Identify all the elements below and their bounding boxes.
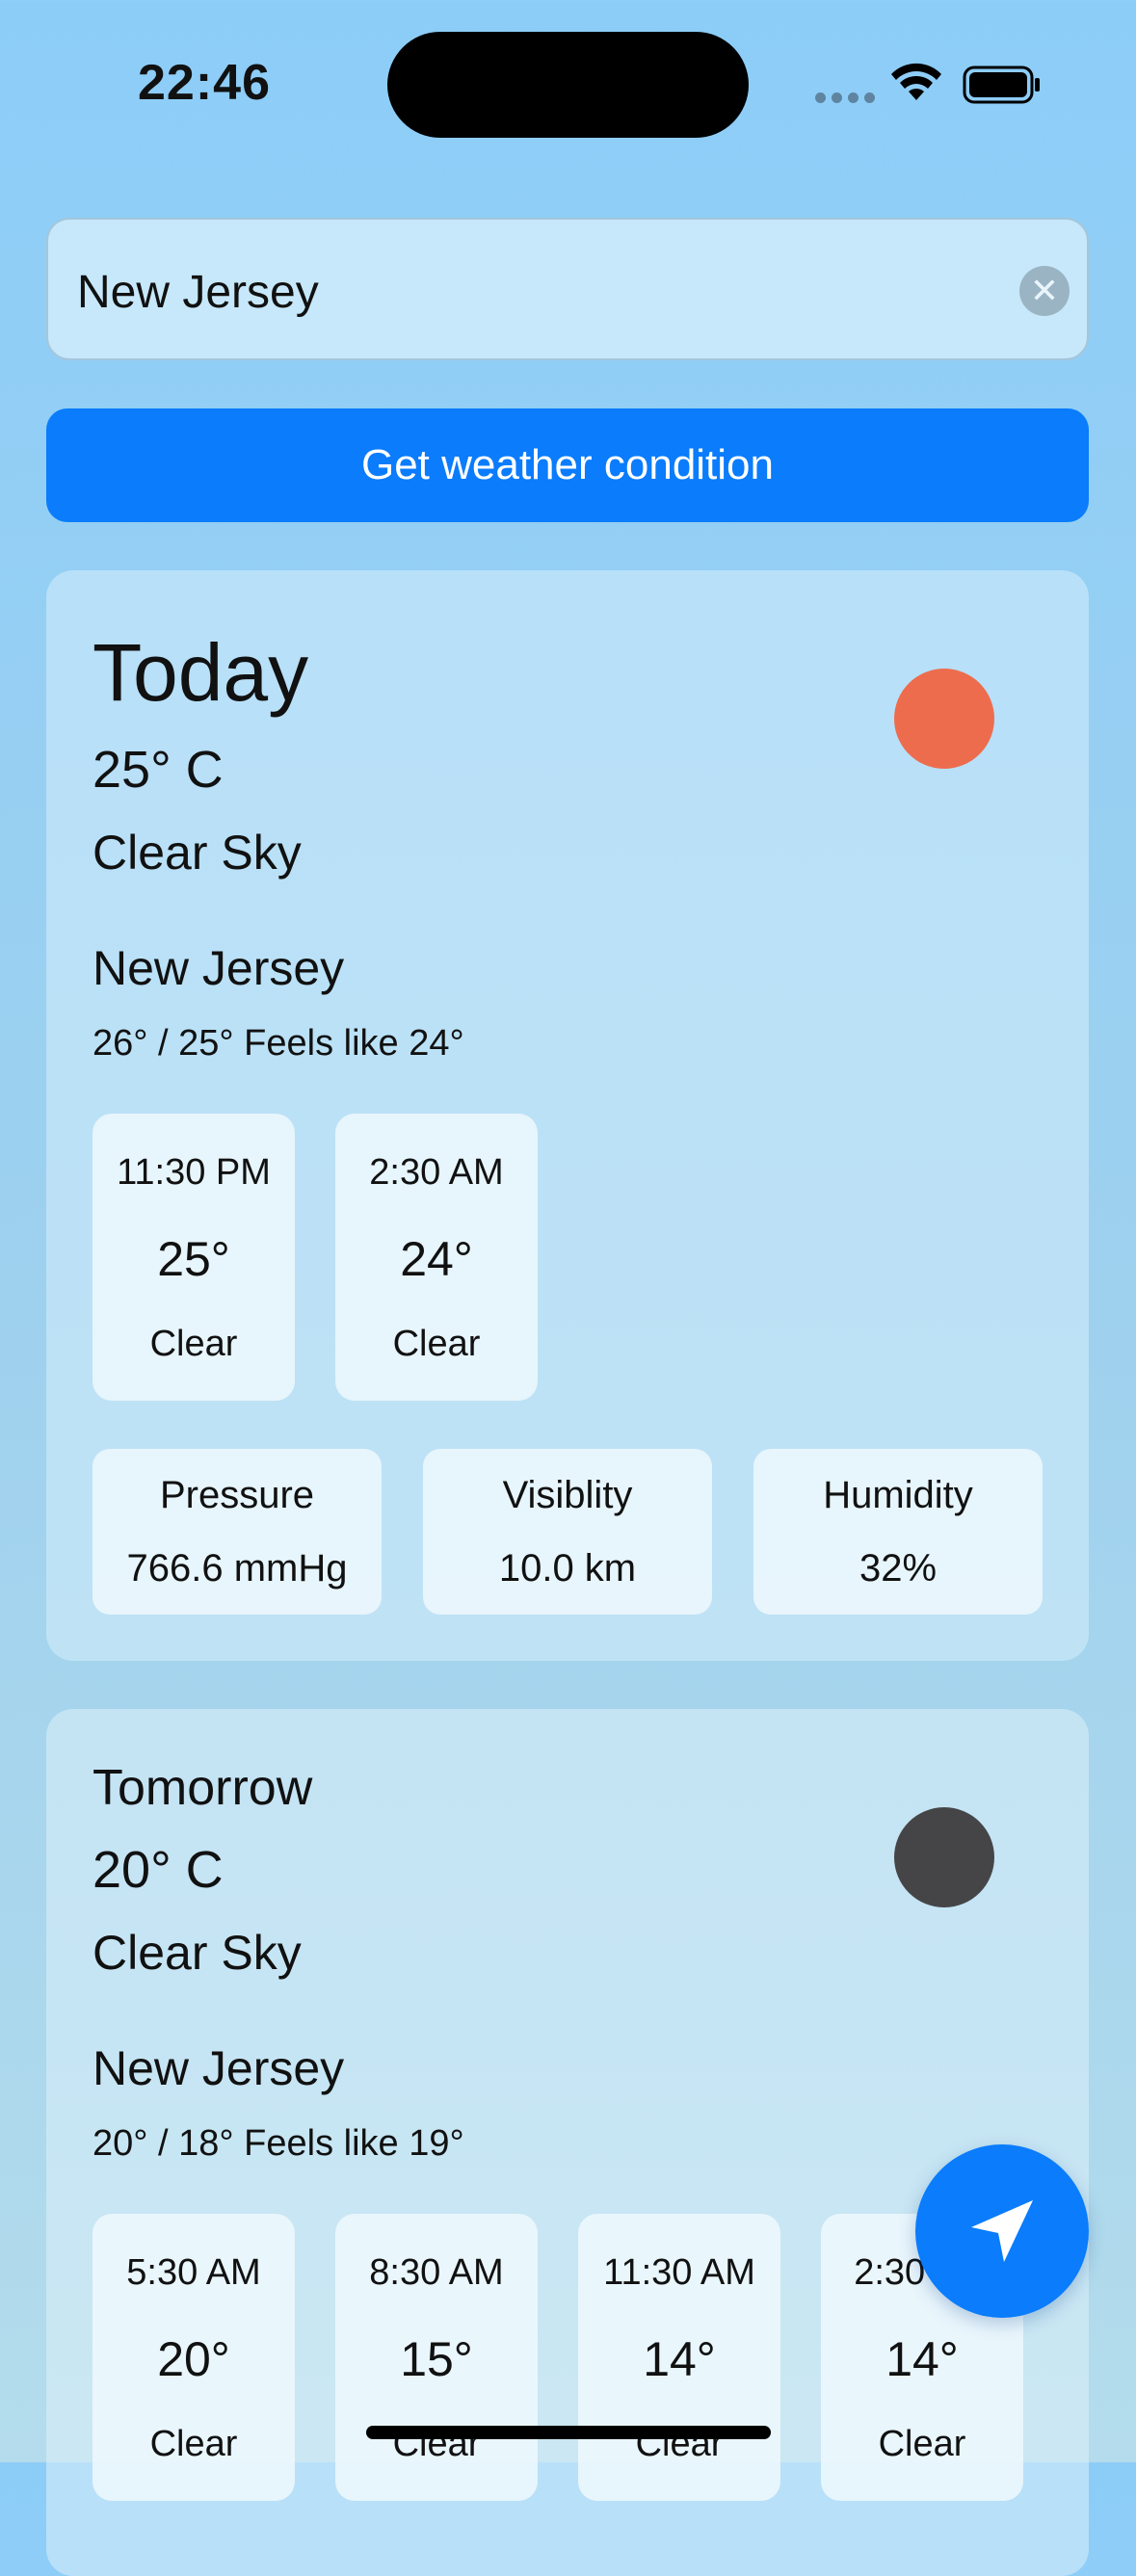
get-weather-button[interactable]: Get weather condition [46, 408, 1089, 522]
hourly-forecast-item: 11:30 PM 25° Clear [92, 1114, 295, 1401]
hour-temperature: 25° [157, 1232, 230, 1286]
home-indicator [366, 2426, 771, 2439]
search-input[interactable]: New Jersey [77, 266, 319, 319]
today-weather-card: Today 25° C Clear Sky New Jersey 26° / 2… [46, 570, 1089, 1661]
clear-search-button[interactable]: ✕ [1019, 266, 1070, 316]
hour-time: 2:30 AM [369, 1152, 504, 1193]
hour-condition: Clear [392, 1324, 481, 1364]
hour-temperature: 14° [643, 2332, 716, 2386]
current-temperature: 25° C [92, 741, 224, 799]
stat-value: 766.6 mmHg [126, 1547, 348, 1590]
forecast-temperature: 20° C [92, 1841, 224, 1899]
weather-condition: Clear Sky [92, 1926, 302, 1980]
wifi-icon [891, 63, 941, 100]
hour-condition: Clear [149, 2424, 238, 2464]
search-field[interactable]: New Jersey ✕ [46, 218, 1089, 360]
hour-time: 11:30 PM [117, 1152, 271, 1193]
city-name: New Jersey [92, 2041, 345, 2095]
location-arrow-icon [971, 2200, 1033, 2262]
stat-value: 10.0 km [498, 1547, 637, 1590]
weather-condition: Clear Sky [92, 826, 302, 880]
hour-condition: Clear [149, 1324, 238, 1364]
stat-value: 32% [859, 1547, 938, 1590]
hour-time: 5:30 AM [126, 2252, 261, 2293]
hour-temperature: 15° [400, 2332, 473, 2386]
hourly-forecast-item: 5:30 AM 20° Clear [92, 2214, 295, 2501]
hour-temperature: 24° [400, 1232, 473, 1286]
hourly-forecast-item: 11:30 AM 14° Clear [578, 2214, 780, 2501]
cellular-signal-icon [815, 92, 875, 103]
city-name: New Jersey [92, 941, 345, 995]
visibility-stat: Visiblity 10.0 km [423, 1449, 712, 1615]
day-title: Tomorrow [92, 1760, 313, 1816]
stat-label: Humidity [823, 1474, 973, 1516]
hour-time: 8:30 AM [369, 2252, 504, 2293]
status-time: 22:46 [138, 55, 271, 111]
tomorrow-weather-card: Tomorrow 20° C Clear Sky New Jersey 20° … [46, 1709, 1089, 2576]
hourly-forecast-item: 8:30 AM 15° Clear [335, 2214, 538, 2501]
current-location-button[interactable] [915, 2144, 1089, 2318]
temperature-range: 26° / 25° Feels like 24° [92, 1023, 464, 1064]
pressure-stat: Pressure 766.6 mmHg [92, 1449, 382, 1615]
battery-icon [963, 66, 1040, 104]
hour-temperature: 14° [885, 2332, 959, 2386]
hour-condition: Clear [878, 2424, 966, 2464]
hour-time: 11:30 AM [603, 2252, 755, 2293]
day-title: Today [92, 627, 309, 718]
hour-temperature: 20° [157, 2332, 230, 2386]
stat-label: Pressure [159, 1474, 315, 1516]
humidity-stat: Humidity 32% [753, 1449, 1043, 1615]
dynamic-island [387, 32, 749, 138]
stat-label: Visiblity [502, 1474, 633, 1516]
moon-icon [894, 1807, 994, 1907]
sun-icon [894, 669, 994, 769]
hourly-forecast-item: 2:30 AM 24° Clear [335, 1114, 538, 1401]
temperature-range: 20° / 18° Feels like 19° [92, 2123, 464, 2164]
